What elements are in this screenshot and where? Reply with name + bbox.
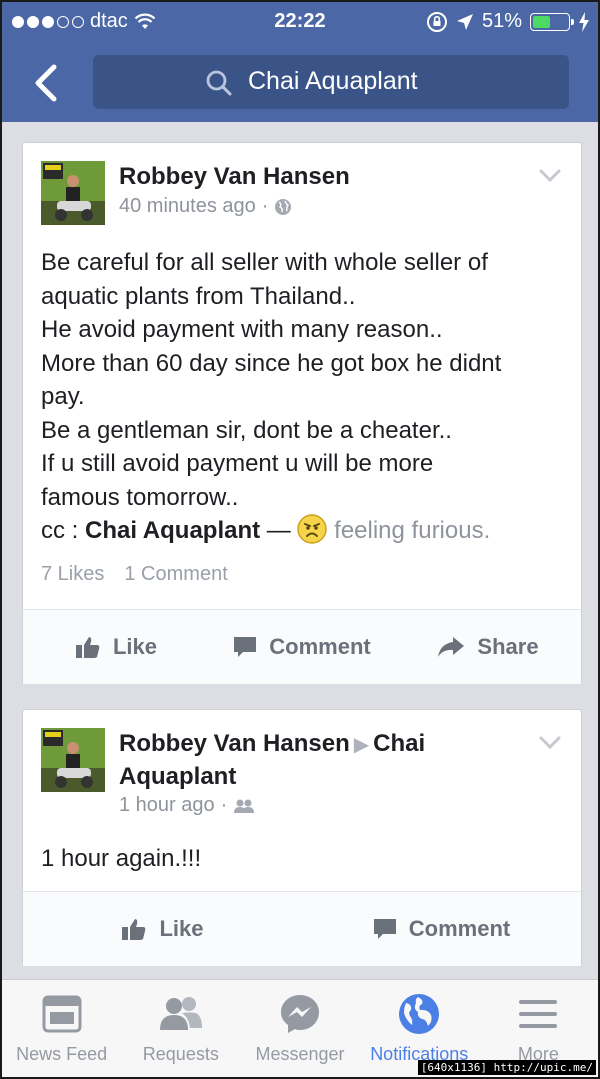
friends-icon	[234, 799, 255, 813]
tab-requests[interactable]: Requests	[121, 980, 240, 1077]
location-arrow-icon	[456, 13, 473, 30]
post-card: Robbey Van Hansen 40 minutes ago · Be ca…	[22, 142, 582, 684]
comment-button[interactable]: Comment	[209, 634, 395, 660]
search-query: Chai Aquaplant	[248, 67, 418, 95]
battery-percent: 51%	[481, 10, 522, 32]
friend-requests-icon	[159, 997, 202, 1030]
avatar[interactable]	[41, 161, 105, 225]
tab-label: Messenger	[255, 1044, 345, 1064]
menu-icon	[519, 1000, 558, 1028]
post-body: 1 hour again.!!!	[41, 845, 202, 872]
like-button[interactable]: Like	[23, 916, 302, 942]
chevron-down-icon[interactable]	[539, 169, 561, 183]
messenger-icon	[281, 995, 319, 1033]
post-line: pay.	[41, 383, 85, 410]
feeling-text: feeling furious.	[334, 517, 491, 544]
comment-button[interactable]: Comment	[302, 916, 581, 942]
battery-icon	[530, 12, 574, 31]
top-bar: dtac 22:22 51% Chai Aquaplant	[2, 2, 598, 122]
like-label: Like	[159, 916, 204, 941]
arrow-right-icon: ▶	[353, 734, 370, 756]
globe-icon	[275, 198, 292, 215]
tagged-page-link[interactable]: Chai Aquaplant	[85, 517, 260, 544]
post-line: Be careful for all seller with whole sel…	[41, 249, 488, 276]
thumbs-up-icon	[122, 919, 146, 940]
post-line: aquatic plants from Thailand..	[41, 282, 356, 310]
search-icon	[206, 70, 232, 96]
tab-messenger[interactable]: Messenger	[240, 980, 359, 1077]
separator-dot: ·	[261, 195, 269, 217]
like-button[interactable]: Like	[23, 634, 209, 660]
post-actions: Like Comment	[23, 892, 581, 966]
post-card: Robbey Van Hansen ▶ Chai Aquaplant 1 hour …	[22, 709, 582, 966]
post-line: Be a gentleman sir, dont be a cheater..	[41, 416, 452, 444]
avatar[interactable]	[41, 728, 105, 792]
comment-icon	[373, 919, 396, 939]
charging-bolt-icon	[579, 11, 589, 32]
rotation-lock-icon	[426, 11, 447, 32]
status-bar: dtac 22:22 51%	[2, 10, 598, 36]
phone-screen: dtac 22:22 51% Chai Aquaplant Robbey Van…	[0, 0, 600, 1079]
cc-line: cc : Chai Aquaplant — feeling furious.	[41, 514, 571, 548]
likes-count[interactable]: 7 Likes	[41, 563, 104, 586]
separator-dot: ·	[220, 794, 228, 816]
watermark: [640x1136] http://upic.me/	[417, 1060, 596, 1075]
search-field[interactable]: Chai Aquaplant	[93, 55, 569, 109]
post-line: If u still avoid payment u will be more	[41, 450, 434, 477]
post-actions: Like Comment Share	[23, 610, 581, 684]
comment-icon	[234, 637, 257, 657]
post-line: He avoid payment with many reason..	[41, 316, 443, 343]
furious-face-icon	[297, 514, 328, 544]
comments-count[interactable]: 1 Comment	[124, 563, 227, 586]
post-target[interactable]: Chai	[373, 730, 425, 757]
thumbs-up-icon	[75, 637, 100, 658]
post-author[interactable]: Robbey Van Hansen	[119, 161, 350, 193]
news-feed-icon	[42, 995, 82, 1033]
post-body: Be careful for all seller with whole sel…	[41, 246, 571, 548]
tab-label: News Feed	[16, 1044, 108, 1064]
post-time[interactable]: 40 minutes ago	[119, 195, 256, 218]
post-author[interactable]: Robbey Van Hansen	[119, 730, 350, 757]
cc-prefix: cc :	[41, 517, 86, 544]
share-label: Share	[477, 634, 539, 659]
share-button[interactable]: Share	[395, 634, 581, 660]
post-target-cont[interactable]: Aquaplant	[119, 763, 236, 790]
tab-label: Requests	[142, 1044, 219, 1064]
post-time[interactable]: 1 hour ago	[119, 794, 215, 817]
tab-news-feed[interactable]: News Feed	[2, 980, 121, 1077]
share-arrow-icon	[438, 637, 465, 657]
dash: —	[260, 517, 298, 544]
chevron-down-icon[interactable]	[539, 736, 561, 750]
post-line: More than 60 day since he got box he did…	[41, 349, 502, 377]
globe-notifications-icon	[399, 994, 440, 1034]
post-author-line: Robbey Van Hansen ▶ Chai Aquaplant	[119, 728, 539, 793]
post-line: famous tomorrow..	[41, 483, 239, 511]
comment-label: Comment	[408, 916, 511, 941]
back-chevron-icon[interactable]	[30, 64, 60, 102]
like-label: Like	[112, 634, 158, 659]
comment-label: Comment	[269, 634, 371, 659]
